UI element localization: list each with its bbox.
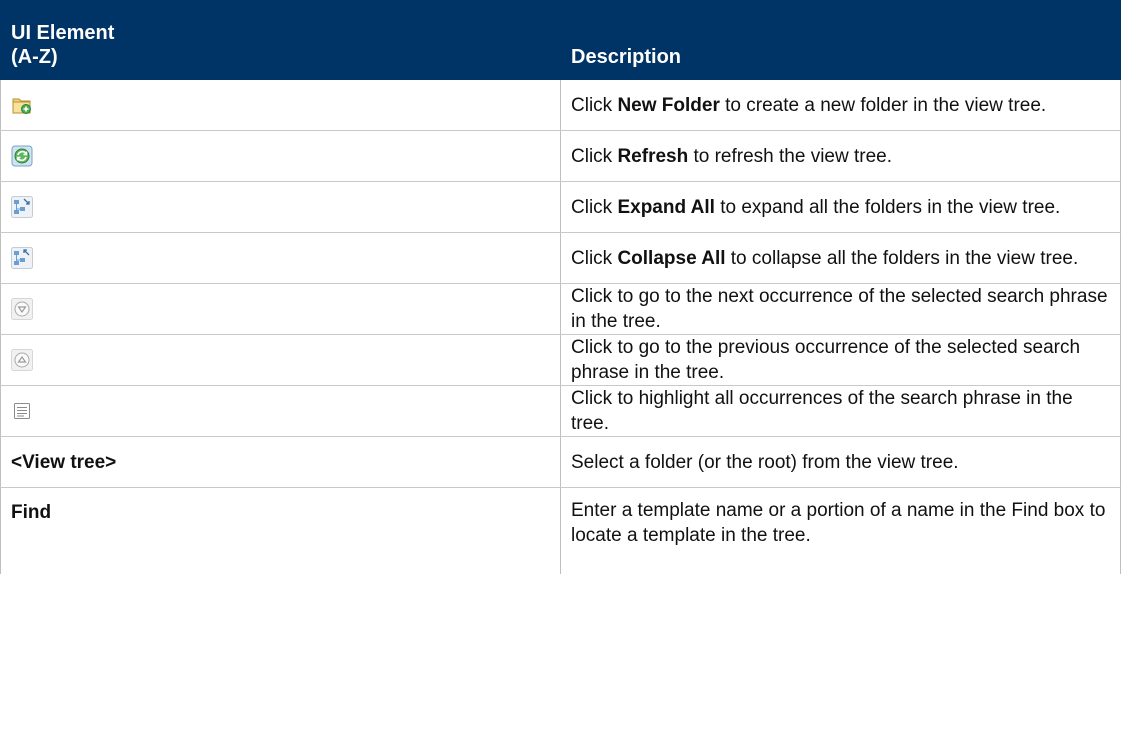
refresh-icon: [11, 145, 33, 167]
ui-term: Collapse All: [617, 247, 726, 269]
element-cell: [0, 181, 561, 233]
table-row: Find Enter a template name or a portion …: [0, 487, 1121, 574]
description-cell: Click Refresh to refresh the view tree.: [560, 130, 1121, 182]
table-row: Click to go to the next occurrence of th…: [0, 283, 1121, 335]
description-cell: Click Collapse All to collapse all the f…: [560, 232, 1121, 284]
description-text: Click: [571, 196, 618, 218]
element-cell: <View tree>: [0, 436, 561, 488]
description-text: to expand all the folders in the view tr…: [714, 196, 1061, 218]
description-text: Click: [571, 247, 618, 269]
header-ui-element: UI Element (A-Z): [0, 0, 561, 80]
reference-table: UI Element (A-Z) Description Click New Fo…: [0, 0, 1121, 574]
header-ui-element-line2: (A-Z): [11, 46, 58, 68]
ui-term: Expand All: [617, 196, 715, 218]
description-cell: Click New Folder to create a new folder …: [560, 79, 1121, 131]
table-row: Click Refresh to refresh the view tree.: [0, 130, 1121, 182]
table-row: Click Collapse All to collapse all the f…: [0, 232, 1121, 284]
header-row: UI Element (A-Z) Description: [0, 0, 1121, 80]
element-cell: [0, 334, 561, 386]
next-occurrence-icon: [11, 298, 33, 321]
description-cell: Enter a template name or a portion of a …: [560, 487, 1121, 574]
table-row: Click New Folder to create a new folder …: [0, 79, 1121, 131]
description-cell: Select a folder (or the root) from the v…: [560, 436, 1121, 488]
description-text: to refresh the view tree.: [688, 145, 893, 167]
description-text: Click: [571, 94, 618, 116]
ui-term: New Folder: [617, 94, 720, 116]
header-description: Description: [560, 0, 1121, 80]
header-ui-element-line1: UI Element: [11, 22, 115, 44]
element-cell: [0, 283, 561, 335]
expand-all-icon: [11, 196, 33, 219]
description-text: to create a new folder in the view tree.: [719, 94, 1047, 116]
element-cell: [0, 130, 561, 182]
ui-term: Refresh: [617, 145, 689, 167]
description-text: Click: [571, 145, 618, 167]
element-cell: [0, 385, 561, 437]
highlight-all-icon: [11, 400, 33, 422]
table-row: Click Expand All to expand all the folde…: [0, 181, 1121, 233]
new-folder-icon: [11, 94, 33, 116]
description-cell: Click to highlight all occurrences of th…: [560, 385, 1121, 437]
description-text: to collapse all the folders in the view …: [725, 247, 1079, 269]
description-cell: Click to go to the next occurrence of th…: [560, 283, 1121, 335]
description-cell: Click Expand All to expand all the folde…: [560, 181, 1121, 233]
element-cell: [0, 232, 561, 284]
table-row: <View tree> Select a folder (or the root…: [0, 436, 1121, 488]
previous-occurrence-icon: [11, 349, 33, 372]
element-cell: [0, 79, 561, 131]
element-cell: Find: [0, 487, 561, 574]
collapse-all-icon: [11, 247, 33, 270]
table-row: Click to highlight all occurrences of th…: [0, 385, 1121, 437]
table-row: Click to go to the previous occurrence o…: [0, 334, 1121, 386]
description-cell: Click to go to the previous occurrence o…: [560, 334, 1121, 386]
